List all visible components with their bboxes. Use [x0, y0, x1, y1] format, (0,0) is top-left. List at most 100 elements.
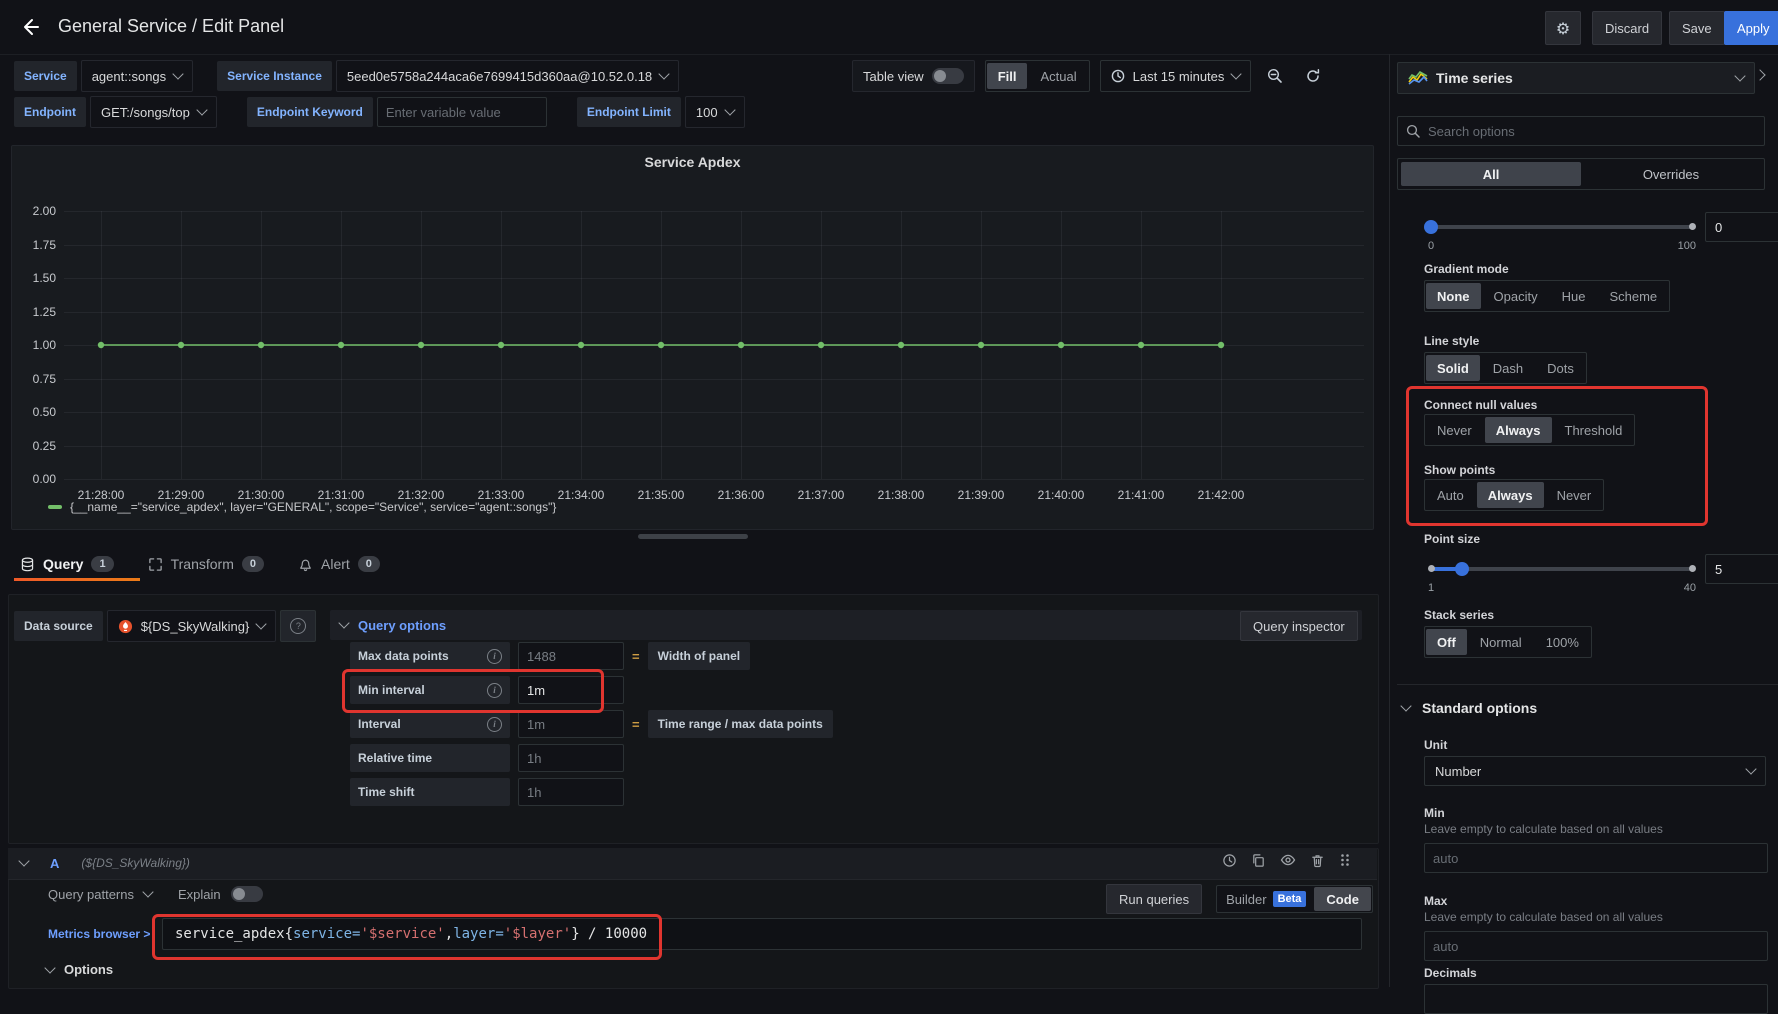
- actual-option[interactable]: Actual: [1029, 63, 1087, 89]
- interval-input[interactable]: 1m: [518, 710, 624, 738]
- option-row-relative-time: Relative time 1h: [350, 744, 624, 772]
- connect-threshold-option[interactable]: Threshold: [1554, 417, 1634, 443]
- points-always-option[interactable]: Always: [1477, 482, 1544, 508]
- info-icon[interactable]: i: [487, 649, 502, 664]
- refresh-icon[interactable]: [1299, 61, 1327, 91]
- min-interval-input[interactable]: 1m: [518, 676, 624, 704]
- tab-query[interactable]: Query 1: [20, 556, 114, 572]
- slider-min-label: 0: [1428, 240, 1434, 252]
- tab-all[interactable]: All: [1401, 162, 1581, 186]
- decimals-input[interactable]: [1424, 984, 1768, 1014]
- endpoint-keyword-input[interactable]: [377, 97, 547, 127]
- save-button[interactable]: Save: [1669, 11, 1725, 45]
- unit-select[interactable]: Number: [1424, 756, 1766, 786]
- tab-query-count: 1: [91, 556, 113, 572]
- legend-item[interactable]: {__name__="service_apdex", layer="GENERA…: [48, 500, 556, 514]
- min-input[interactable]: [1424, 843, 1768, 873]
- tab-query-label: Query: [43, 556, 83, 572]
- panel-settings-button[interactable]: ⚙: [1545, 11, 1581, 45]
- connect-always-option[interactable]: Always: [1485, 417, 1552, 443]
- endpoint-variable-select[interactable]: GET:/songs/top: [90, 96, 217, 128]
- min-description: Leave empty to calculate based on all va…: [1424, 822, 1663, 836]
- query-options-collapser[interactable]: Options: [46, 962, 113, 977]
- drag-handle-icon[interactable]: [1339, 853, 1351, 867]
- explain-toggle[interactable]: [231, 886, 263, 902]
- gradient-hue-option[interactable]: Hue: [1551, 283, 1597, 309]
- gradient-mode-group: None Opacity Hue Scheme: [1424, 280, 1670, 312]
- trash-icon[interactable]: [1310, 853, 1325, 868]
- datasource-select[interactable]: ${DS_SkyWalking}: [107, 610, 277, 642]
- fill-opacity-slider-handle[interactable]: [1424, 220, 1438, 234]
- service-instance-variable-select[interactable]: 5eed0e5758a244aca6e7699415d360aa@10.52.0…: [336, 60, 679, 92]
- datasource-help-button[interactable]: ?: [280, 610, 316, 642]
- stack-normal-option[interactable]: Normal: [1469, 629, 1533, 655]
- panel-resize-handle[interactable]: [638, 534, 748, 539]
- stack-100-option[interactable]: 100%: [1535, 629, 1590, 655]
- help-icon: ?: [290, 618, 306, 634]
- collapse-options-pane-button[interactable]: [1748, 62, 1772, 92]
- point-size-value-input[interactable]: 5: [1705, 554, 1778, 584]
- line-dots-option[interactable]: Dots: [1536, 355, 1585, 381]
- line-dash-option[interactable]: Dash: [1482, 355, 1534, 381]
- tab-overrides[interactable]: Overrides: [1581, 162, 1761, 186]
- query-patterns-dropdown[interactable]: Query patterns: [48, 887, 152, 902]
- max-data-points-input[interactable]: 1488: [518, 642, 624, 670]
- table-view-toggle[interactable]: [932, 68, 964, 84]
- tab-transform[interactable]: Transform 0: [148, 556, 264, 572]
- connect-never-option[interactable]: Never: [1426, 417, 1483, 443]
- fill-option[interactable]: Fill: [987, 63, 1028, 89]
- eye-icon[interactable]: [1280, 852, 1296, 868]
- option-row-time-shift: Time shift 1h: [350, 778, 624, 806]
- expression-label-key: layer=: [453, 926, 504, 942]
- zoom-out-icon[interactable]: [1261, 61, 1289, 91]
- standard-options-header[interactable]: Standard options: [1402, 700, 1537, 716]
- explain-control: Explain: [178, 886, 263, 902]
- query-inspector-button[interactable]: Query inspector: [1240, 611, 1358, 641]
- relative-time-input[interactable]: 1h: [518, 744, 624, 772]
- time-range-picker[interactable]: Last 15 minutes: [1100, 60, 1252, 92]
- search-icon: [1406, 124, 1420, 138]
- gradient-opacity-option[interactable]: Opacity: [1483, 283, 1549, 309]
- points-auto-option[interactable]: Auto: [1426, 482, 1475, 508]
- info-icon[interactable]: i: [487, 717, 502, 732]
- line-solid-option[interactable]: Solid: [1426, 355, 1480, 381]
- query-expression-input[interactable]: service_apdex{service='$service', layer=…: [162, 918, 1362, 950]
- gradient-none-option[interactable]: None: [1426, 283, 1481, 309]
- back-arrow-icon[interactable]: [16, 13, 44, 41]
- run-queries-button[interactable]: Run queries: [1106, 884, 1202, 914]
- fill-opacity-slider-track[interactable]: [1431, 225, 1693, 229]
- gradient-scheme-option[interactable]: Scheme: [1598, 283, 1668, 309]
- info-icon[interactable]: i: [487, 683, 502, 698]
- points-never-option[interactable]: Never: [1546, 482, 1603, 508]
- endpoint-limit-select[interactable]: 100: [685, 96, 745, 128]
- query-options-header[interactable]: Query options: [330, 610, 1362, 640]
- search-options-input[interactable]: [1428, 118, 1756, 144]
- chevron-down-icon: [44, 962, 55, 973]
- code-option[interactable]: Code: [1314, 887, 1371, 911]
- builder-option[interactable]: Builder Beta: [1218, 891, 1314, 907]
- max-input[interactable]: [1424, 931, 1768, 961]
- duplicate-icon[interactable]: [1251, 853, 1266, 868]
- visualization-select[interactable]: Time series: [1397, 62, 1755, 94]
- stack-off-option[interactable]: Off: [1426, 629, 1467, 655]
- stack-series-group: Off Normal 100%: [1424, 626, 1592, 658]
- service-variable-select[interactable]: agent::songs: [81, 60, 193, 92]
- history-icon[interactable]: [1222, 853, 1237, 868]
- point-size-slider-handle[interactable]: [1455, 562, 1469, 576]
- fill-opacity-value-input[interactable]: 0: [1705, 212, 1778, 242]
- query-row-header[interactable]: [8, 848, 1377, 880]
- datasource-label: Data source: [14, 611, 103, 641]
- discard-button[interactable]: Discard: [1592, 11, 1662, 45]
- chevron-down-icon: [659, 68, 670, 79]
- time-shift-input[interactable]: 1h: [518, 778, 624, 806]
- apply-button[interactable]: Apply: [1724, 11, 1778, 45]
- chevron-down-icon[interactable]: [18, 855, 29, 866]
- expression-label-value: '$service': [360, 926, 444, 942]
- visualization-name: Time series: [1436, 70, 1513, 86]
- endpoint-variable-value: GET:/songs/top: [101, 105, 190, 120]
- plot-area: 2.001.751.501.251.000.750.500.250.0021:2…: [12, 146, 1373, 529]
- metrics-browser-toggle[interactable]: Metrics browser >: [48, 927, 150, 941]
- point-size-slider-track[interactable]: [1431, 567, 1693, 571]
- tab-alert[interactable]: Alert 0: [298, 556, 380, 572]
- endpoint-limit-value: 100: [696, 105, 718, 120]
